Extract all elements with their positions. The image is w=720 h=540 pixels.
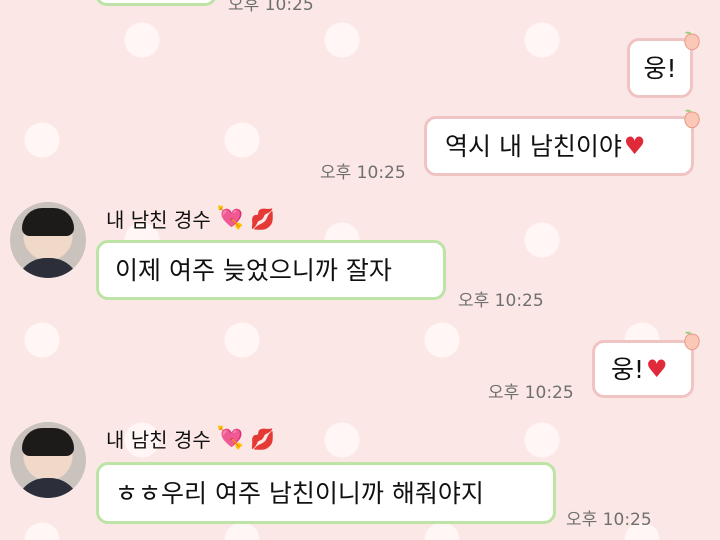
sender-name-row: 내 남친 경수 💘 💋	[106, 424, 275, 453]
message-time: 오후 10:25	[488, 383, 574, 403]
message-text: ㅎㅎ우리 여주 남친이니까 해줘야지	[115, 478, 484, 508]
message-time: 오후 10:25	[320, 163, 406, 183]
peach-decoration-icon	[684, 31, 700, 51]
kiss-mark-icon: 💋	[250, 426, 276, 451]
peach-decoration-icon	[684, 331, 700, 351]
message-time: 오후 10:25	[566, 510, 652, 530]
sender-name: 내 남친 경수	[106, 208, 211, 232]
sender-name: 내 남친 경수	[106, 428, 211, 452]
their-message-bubble[interactable]: ㅎㅎ우리 여주 남친이니까 해줘야지	[96, 462, 556, 524]
message-text: 역시 내 남친이야	[445, 131, 622, 161]
heart-icon: ♥	[646, 355, 668, 383]
avatar[interactable]	[10, 422, 86, 498]
heart-icon: ♥	[623, 132, 646, 160]
message-text: 웅!	[611, 354, 645, 384]
partial-message-bubble[interactable]	[95, 0, 217, 6]
kiss-mark-icon: 💋	[250, 206, 276, 231]
message-text: 이제 여주 늦었으니까 잘자	[115, 255, 392, 285]
their-message-bubble[interactable]: 이제 여주 늦었으니까 잘자	[96, 240, 446, 300]
message-time: 오후 10:25	[228, 0, 314, 15]
my-message-bubble[interactable]: 역시 내 남친이야 ♥	[424, 116, 694, 176]
heart-with-arrow-icon: 💘	[216, 206, 245, 231]
message-text: 웅!	[643, 53, 677, 83]
my-message-bubble[interactable]: 웅! ♥	[592, 340, 694, 398]
peach-decoration-icon	[684, 109, 700, 129]
heart-with-arrow-icon: 💘	[216, 426, 245, 451]
sender-name-row: 내 남친 경수 💘 💋	[106, 204, 275, 233]
message-time: 오후 10:25	[458, 291, 544, 311]
avatar[interactable]	[10, 202, 86, 278]
